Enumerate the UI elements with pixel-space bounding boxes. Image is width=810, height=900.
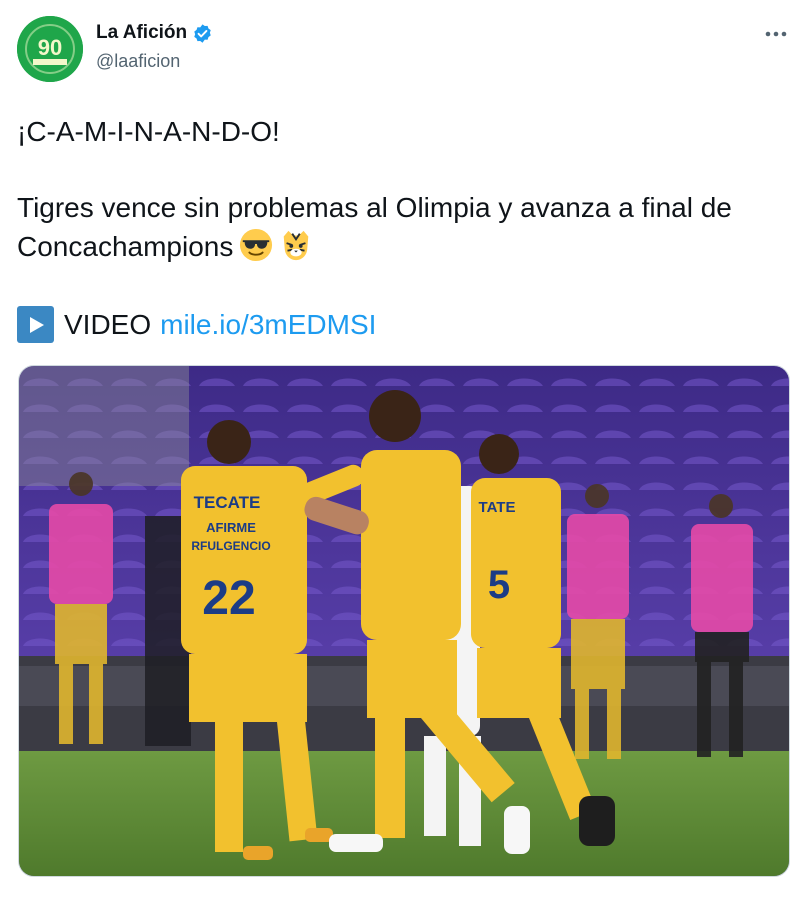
more-options-icon[interactable] (764, 30, 788, 38)
video-label: VIDEO (64, 309, 152, 340)
author-handle[interactable]: @laaficion (96, 51, 180, 72)
tweet-body-text: Tigres vence sin problemas al Olimpia y … (17, 192, 732, 262)
display-name[interactable]: La Afición (96, 22, 187, 44)
avatar-logo-icon: 90 (17, 16, 83, 82)
verified-badge-icon (194, 23, 211, 43)
svg-text:AFIRME: AFIRME (206, 520, 256, 535)
video-link[interactable]: mile.io/3mEDMSI (160, 305, 376, 344)
tweet-text-body: Tigres vence sin problemas al Olimpia y … (17, 188, 777, 266)
svg-text:5: 5 (488, 563, 510, 607)
soccer-celebration-image: TECATE AFIRME RFULGENCIO 22 TATE 5 (19, 366, 789, 876)
svg-text:RFULGENCIO: RFULGENCIO (191, 539, 270, 553)
svg-text:90: 90 (38, 35, 62, 60)
sunglasses-emoji-icon (240, 228, 273, 262)
svg-text:22: 22 (202, 572, 255, 625)
tiger-face-emoji-icon (284, 230, 309, 261)
avatar[interactable]: 90 (17, 16, 83, 82)
video-link-row: VIDEO mile.io/3mEDMSI (17, 305, 376, 344)
play-button-icon (17, 306, 54, 343)
svg-text:TATE: TATE (479, 499, 516, 516)
tweet-card[interactable]: 90 La Afición @laaficion ¡C-A-M-I-N-A-N-… (0, 0, 810, 900)
author-row: La Afición (96, 22, 213, 44)
tweet-text-line-1: ¡C-A-M-I-N-A-N-D-O! (17, 116, 280, 147)
svg-text:TECATE: TECATE (194, 493, 261, 512)
tweet-media-photo[interactable]: TECATE AFIRME RFULGENCIO 22 TATE 5 (18, 365, 790, 877)
